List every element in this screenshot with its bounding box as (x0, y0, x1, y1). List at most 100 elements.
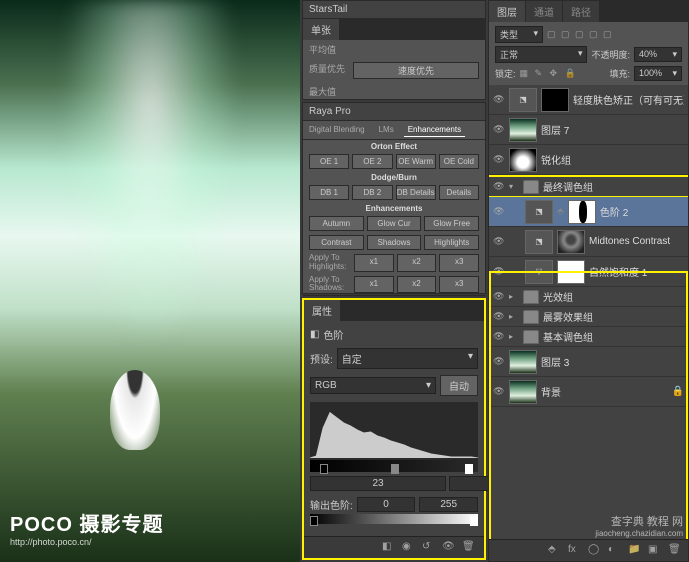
visibility-toggle[interactable] (493, 291, 505, 303)
white-point-handle[interactable] (465, 464, 473, 474)
layer-mask-thumbnail[interactable] (541, 88, 569, 112)
rayapro-button[interactable]: DB Details (396, 185, 436, 200)
layer-group[interactable]: ▸ 光效组 (489, 287, 688, 307)
channel-dropdown[interactable]: RGB ▾ (310, 377, 436, 394)
layer-filter-adj-icon[interactable]: ▢ (561, 29, 572, 40)
layer-mask-thumbnail[interactable] (557, 260, 585, 284)
rayapro-button[interactable]: Highlights (424, 235, 479, 250)
auto-button[interactable]: 自动 (440, 375, 478, 396)
layer-name[interactable]: 锐化组 (541, 152, 684, 167)
link-layers-icon[interactable]: ⬘ (548, 544, 562, 558)
rayapro-button[interactable]: DB 2 (352, 185, 392, 200)
histogram[interactable] (310, 402, 478, 472)
lock-transparent-icon[interactable]: ▦ (520, 68, 531, 79)
layer-item[interactable]: ⬔Midtones Contrast (489, 227, 688, 257)
rayapro-button[interactable]: DB 1 (309, 185, 349, 200)
layer-name[interactable]: 基本调色组 (543, 329, 684, 344)
layer-group[interactable]: ▸ 晨雾效果组 (489, 307, 688, 327)
layer-item[interactable]: ⬔ 轻度肤色矫正（可有可无） (489, 85, 688, 115)
visibility-toggle[interactable] (493, 331, 505, 343)
layer-name[interactable]: 图层 3 (541, 354, 684, 369)
midtone-handle[interactable] (391, 464, 399, 474)
rayapro-button[interactable]: OE Warm (396, 154, 436, 169)
black-point-handle[interactable] (320, 464, 328, 474)
layer-list[interactable]: ⬔轻度肤色矫正（可有可无）图层 7锐化组▾最终调色组⬔⬘色阶 2⬔Midtone… (489, 85, 688, 551)
trash-icon[interactable]: 🗑 (462, 541, 476, 555)
delete-icon[interactable]: 🗑 (668, 544, 682, 558)
layer-item[interactable]: 锐化组 (489, 145, 688, 175)
rayapro-button[interactable]: OE 2 (352, 154, 392, 169)
output-black-handle[interactable] (310, 516, 318, 526)
layer-name[interactable]: 轻度肤色矫正（可有可无） (573, 92, 684, 107)
layer-filter-shape-icon[interactable]: ▢ (589, 29, 600, 40)
visibility-toggle[interactable] (493, 266, 505, 278)
layer-kind-dropdown[interactable]: 类型 ▾ (495, 26, 543, 43)
disclosure-triangle[interactable]: ▾ (509, 182, 519, 191)
preset-dropdown[interactable]: 自定 ▾ (337, 348, 478, 369)
rayapro-multiplier-button[interactable]: x1 (354, 276, 394, 294)
clip-icon[interactable]: ◧ (382, 541, 396, 555)
layer-name[interactable]: 最终调色组 (543, 179, 684, 194)
visibility-toggle[interactable] (493, 154, 505, 166)
layer-name[interactable]: 光效组 (543, 289, 684, 304)
visibility-toggle[interactable] (493, 94, 505, 106)
visibility-toggle[interactable] (493, 206, 505, 218)
layer-filter-img-icon[interactable]: ▢ (547, 29, 558, 40)
black-point-input[interactable] (310, 476, 446, 491)
rayapro-button[interactable]: Glow Free (424, 216, 479, 231)
rayapro-button[interactable]: Shadows (367, 235, 422, 250)
rayapro-multiplier-button[interactable]: x1 (354, 254, 394, 272)
disclosure-triangle[interactable]: ▸ (509, 292, 519, 301)
lock-position-icon[interactable]: ✥ (550, 68, 561, 79)
layer-mask-thumbnail[interactable] (509, 148, 537, 172)
rayapro-multiplier-button[interactable]: x3 (439, 254, 479, 272)
starstail-button[interactable]: 速度优先 (353, 62, 479, 79)
layer-thumbnail[interactable] (509, 380, 537, 404)
rayapro-button[interactable]: Details (439, 185, 479, 200)
layers-panel-tab[interactable]: 路径 (563, 1, 600, 22)
rayapro-button[interactable]: OE 1 (309, 154, 349, 169)
layer-thumbnail[interactable]: ⬔ (525, 200, 553, 224)
visibility-toggle[interactable] (493, 181, 505, 193)
rayapro-multiplier-button[interactable]: x2 (397, 254, 437, 272)
starstail-tab[interactable]: 单张 (303, 19, 340, 40)
layers-panel-tab[interactable]: 通道 (526, 1, 563, 22)
layer-thumbnail[interactable]: ⬔ (525, 230, 553, 254)
disclosure-triangle[interactable]: ▸ (509, 312, 519, 321)
rayapro-button[interactable]: OE Cold (439, 154, 479, 169)
view-previous-icon[interactable]: ◉ (402, 541, 416, 555)
fill-input[interactable]: 100% ▾ (634, 66, 682, 81)
output-white-handle[interactable] (470, 516, 478, 526)
layer-item[interactable]: ⬔⬘色阶 2 (489, 197, 688, 227)
layer-name[interactable]: 背景 (541, 384, 668, 399)
output-white-input[interactable] (419, 497, 478, 512)
layer-mask-thumbnail[interactable] (568, 200, 596, 224)
rayapro-button[interactable]: Glow Cur (367, 216, 422, 231)
lock-pixels-icon[interactable]: ✎ (535, 68, 546, 79)
properties-tab[interactable]: 属性 (304, 300, 341, 321)
opacity-input[interactable]: 40% ▾ (634, 47, 682, 62)
mask-icon[interactable]: ◯ (588, 544, 602, 558)
layer-filter-txt-icon[interactable]: ▢ (575, 29, 586, 40)
visibility-toggle[interactable] (493, 356, 505, 368)
rayapro-multiplier-button[interactable]: x2 (397, 276, 437, 294)
layer-name[interactable]: 色阶 2 (600, 204, 684, 219)
layer-thumbnail[interactable]: ▽ (525, 260, 553, 284)
group-icon[interactable]: 📁 (628, 544, 642, 558)
rayapro-multiplier-button[interactable]: x3 (439, 276, 479, 294)
layer-thumbnail[interactable]: ⬔ (509, 88, 537, 112)
visibility-icon[interactable]: 👁 (442, 541, 456, 555)
layer-name[interactable]: 自然饱和度 1 (589, 264, 684, 279)
layer-thumbnail[interactable] (509, 118, 537, 142)
rayapro-button[interactable]: Autumn (309, 216, 364, 231)
visibility-toggle[interactable] (493, 311, 505, 323)
output-black-input[interactable] (357, 497, 416, 512)
fx-icon[interactable]: fx (568, 544, 582, 558)
output-gradient[interactable] (310, 514, 478, 524)
layer-item[interactable]: 图层 3 (489, 347, 688, 377)
rayapro-tab[interactable]: Enhancements (404, 123, 465, 137)
layer-mask-thumbnail[interactable] (557, 230, 585, 254)
visibility-toggle[interactable] (493, 124, 505, 136)
rayapro-tab[interactable]: LMs (375, 123, 398, 137)
layer-name[interactable]: 晨雾效果组 (543, 309, 684, 324)
